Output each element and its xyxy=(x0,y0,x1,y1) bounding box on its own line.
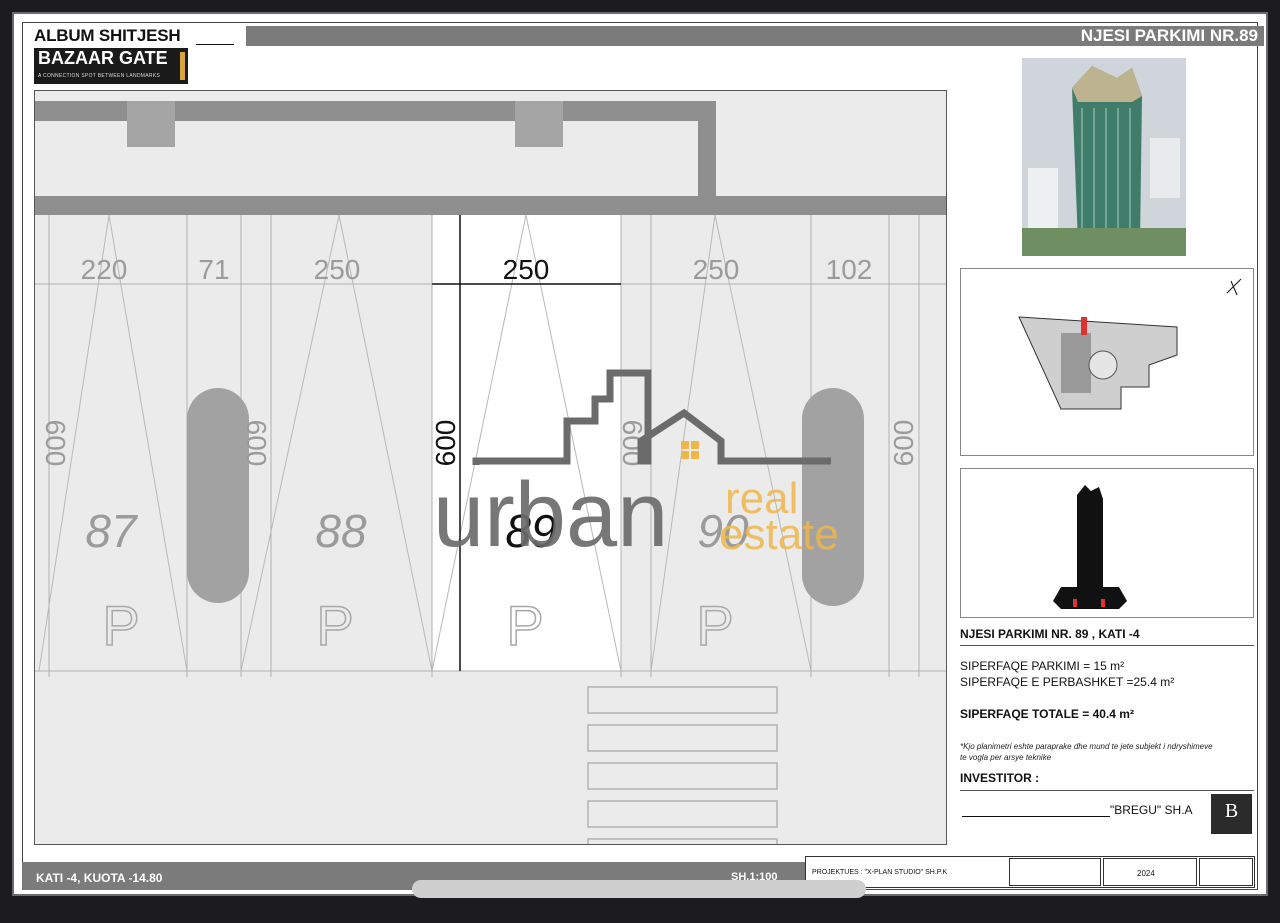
column xyxy=(515,101,563,147)
dimension-label: 250 xyxy=(693,254,740,285)
floor-plan-drawing: 220 71 250 250 250 102 600 600 600 600 6… xyxy=(35,101,946,844)
depth-label: 600 xyxy=(888,420,919,467)
parking-symbol: P xyxy=(506,594,543,657)
floor-plan: 220 71 250 250 250 102 600 600 600 600 6… xyxy=(34,90,947,845)
investor-name: "BREGU" SH.A xyxy=(1110,803,1193,817)
section-panel xyxy=(960,468,1254,618)
horizontal-scrollbar[interactable] xyxy=(412,880,866,898)
title-block-cell xyxy=(1009,858,1101,886)
building-rendering xyxy=(1022,58,1186,256)
parking-symbol: P xyxy=(316,594,353,657)
investor-underline xyxy=(962,816,1110,817)
site-plan-drawing xyxy=(1018,278,1242,410)
dimension-label: 220 xyxy=(81,254,128,285)
pillar xyxy=(187,388,249,603)
depth-label: 600 xyxy=(40,420,71,467)
column xyxy=(127,101,175,147)
info-heading: NJESI PARKIMI NR. 89 , KATI -4 xyxy=(960,627,1140,641)
tower-section-drawing xyxy=(1053,485,1127,609)
parking-area: SIPERFAQE PARKIMI = 15 m² xyxy=(960,659,1125,673)
depth-label: 600 xyxy=(241,420,272,467)
drawing-year: 2024 xyxy=(1137,869,1155,878)
brand-accent-bar xyxy=(180,52,185,80)
disclaimer-note-line2: te vogla per arsye teknike xyxy=(960,753,1052,762)
dimension-label: 71 xyxy=(198,254,229,285)
total-area: SIPERFAQE TOTALE = 40.4 m² xyxy=(960,707,1134,721)
dimension-label: 102 xyxy=(826,254,873,285)
investor-label: INVESTITOR : xyxy=(960,771,1040,785)
album-title-underline xyxy=(196,44,234,45)
watermark-word3: estate xyxy=(719,510,839,559)
parking-symbol: P xyxy=(696,594,733,657)
tower-rendering-image xyxy=(1022,58,1186,256)
depth-label-highlighted: 600 xyxy=(430,420,461,467)
album-title: ALBUM SHITJESH xyxy=(34,26,181,45)
pillar xyxy=(802,388,864,606)
space-number: 88 xyxy=(315,505,367,557)
wall-right-return xyxy=(698,101,716,196)
investor-logo-letter: B xyxy=(1224,800,1239,822)
space-number: 87 xyxy=(85,505,138,557)
site-plan-panel xyxy=(960,268,1254,456)
dimension-label-highlighted: 250 xyxy=(503,254,550,285)
designer-credit: PROJEKTUES : "X-PLAN STUDIO" SH.P.K xyxy=(812,869,948,876)
common-area: SIPERFAQE E PERBASHKET =25.4 m² xyxy=(960,675,1175,689)
title-block-cell xyxy=(1199,858,1253,886)
info-divider xyxy=(960,645,1254,646)
watermark-word: urban xyxy=(433,464,668,566)
wall-beam xyxy=(35,196,946,215)
unit-title: NJESI PARKIMI NR.89 xyxy=(1080,26,1258,45)
stair-steps xyxy=(587,686,778,844)
dimension-label: 250 xyxy=(314,254,361,285)
brand-tagline: A CONNECTION SPOT BETWEEN LANDMARKS xyxy=(38,73,161,79)
disclaimer-note-line1: *Kjo planimetri eshte paraprake dhe mund… xyxy=(960,742,1213,751)
parking-symbol: P xyxy=(102,594,139,657)
floor-level: KATI -4, KUOTA -14.80 xyxy=(36,871,163,885)
investor-divider xyxy=(960,790,1254,791)
brand-name: BAZAAR GATE xyxy=(38,48,168,68)
